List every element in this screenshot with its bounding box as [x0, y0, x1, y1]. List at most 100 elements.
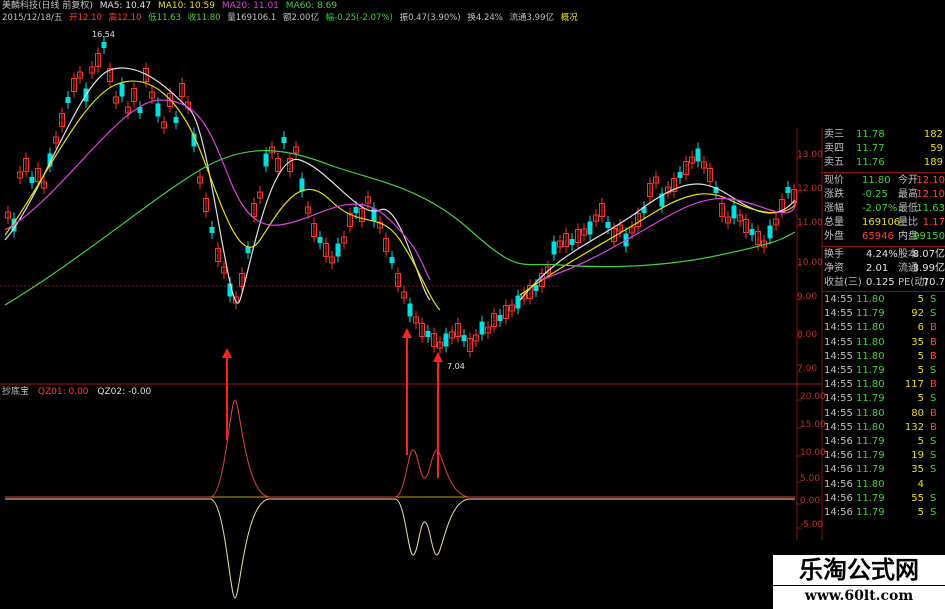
tick-price: 11.80	[856, 336, 885, 348]
quote-row: 换手 4.24% 股本 8.07亿	[822, 248, 945, 262]
quote-label: 量比	[898, 217, 918, 229]
tick-volume: 80	[911, 407, 924, 419]
candle-body	[299, 178, 305, 192]
panel-divider	[822, 291, 945, 293]
fund-value: 0.125	[866, 276, 895, 288]
tick-volume: 5	[917, 435, 924, 447]
candle-body	[407, 303, 413, 317]
candle-body	[785, 187, 791, 193]
candle-body	[317, 237, 323, 243]
tick-volume: 55	[911, 492, 924, 504]
watermark-title: 乐淘公式网	[773, 555, 945, 585]
tick-volume: 5	[917, 365, 924, 376]
quote-value: -0.25	[862, 188, 888, 200]
quote-row: 卖四 11.77 59	[822, 142, 945, 156]
tick-direction: S	[930, 464, 937, 476]
quote-row: 净资 2.01 流通 3.99亿	[822, 262, 945, 276]
tick-price: 11.80	[856, 294, 885, 306]
watermark-url[interactable]: www.60lt.com	[773, 586, 945, 609]
quote-value: 12.10	[916, 174, 945, 186]
quote-row: 现价 11.80 今开 12.10	[822, 174, 945, 188]
tick-price: 11.79	[856, 308, 885, 320]
tick-price: 11.80	[856, 350, 885, 362]
quote-value: 11.80	[862, 174, 891, 186]
fund-label: 净资	[824, 262, 844, 274]
tick-price: 11.79	[856, 492, 885, 504]
tick-direction: S	[930, 492, 937, 504]
tick-time: 14:56	[824, 435, 853, 447]
quote-row: 卖五 11.76 189	[822, 156, 945, 170]
tick-direction: S	[930, 294, 937, 306]
tick-time: 14:55	[824, 308, 853, 320]
tick-volume: 5	[917, 506, 924, 518]
quote-label: 现价	[824, 174, 844, 186]
price-tick: 9.00	[797, 292, 818, 302]
quote-row: 14:55 11.80 80 B	[822, 407, 945, 421]
tick-volume: 4	[917, 478, 924, 490]
quote-label: 涨幅	[824, 202, 844, 214]
tick-time: 14:55	[824, 365, 853, 376]
price-tick: 11.00	[797, 218, 823, 228]
candle-body	[371, 208, 377, 222]
indicator-tick: -5.00	[800, 520, 824, 530]
indicator-name[interactable]: 抄底宝	[2, 387, 29, 397]
low-price-marker: 7.04	[447, 362, 465, 371]
tick-volume: 35	[911, 336, 924, 348]
candle-body	[587, 221, 593, 235]
tick-direction: S	[930, 506, 937, 518]
quote-label: 涨跌	[824, 188, 844, 200]
tick-direction: S	[930, 365, 937, 376]
quote-value: 11.63	[916, 202, 945, 214]
tick-volume: 92	[911, 308, 924, 320]
candle-body	[677, 172, 683, 178]
quote-row: 涨幅 -2.07% 最低 11.63	[822, 202, 945, 216]
candle-body	[245, 247, 251, 253]
tick-price: 11.79	[856, 464, 885, 476]
quote-value: 12.10	[916, 188, 945, 200]
tick-price: 11.79	[856, 365, 885, 376]
quote-panel: 卖三 11.78 182 卖四 11.77 59 卖五 11.76 189 现价 11…	[822, 128, 945, 533]
fund-label: 换手	[824, 248, 844, 260]
tick-volume: 6	[917, 322, 924, 334]
tick-direction: S	[930, 308, 937, 320]
fund-value: 4.24%	[866, 248, 898, 260]
tick-time: 14:55	[824, 294, 853, 306]
quote-row: 14:55 11.80 5 B	[822, 350, 945, 364]
quote-value: 1.17	[922, 217, 945, 229]
tick-direction: B	[930, 336, 937, 348]
candle-body	[209, 227, 215, 233]
qz02-line	[5, 498, 795, 599]
quote-value: 169106	[862, 217, 901, 229]
price-tick: 8.00	[797, 330, 818, 340]
quote-row: 14:56 11.79 55 S	[822, 492, 945, 506]
kline-chart[interactable]	[0, 0, 945, 609]
candlestick-series	[5, 36, 797, 358]
signal-arrow-head	[402, 328, 412, 338]
tick-price: 11.80	[856, 322, 885, 334]
candle-body	[425, 331, 431, 337]
stock-terminal-screen: { "header": { "stock_title": "美麟科技(日线 前复…	[0, 0, 945, 609]
signal-arrow-head	[433, 352, 443, 362]
candle-body	[497, 315, 503, 321]
tick-time: 14:56	[824, 492, 853, 504]
tick-price: 11.80	[856, 379, 885, 391]
tick-direction: B	[930, 350, 937, 362]
candle-body	[515, 295, 521, 309]
quote-label: 外盘	[824, 231, 844, 243]
ask-price: 11.78	[856, 129, 885, 140]
quote-row: 收益(三) 0.125 PE(动) 70.7	[822, 276, 945, 290]
quote-row: 14:55 11.80 132 B	[822, 421, 945, 435]
ask-price: 11.76	[856, 157, 885, 169]
tick-time: 14:56	[824, 450, 853, 462]
quote-row: 14:55 11.80 35 B	[822, 336, 945, 350]
candle-body	[335, 243, 341, 257]
ask-volume: 189	[923, 157, 943, 169]
candle-body	[731, 205, 737, 219]
quote-value: -2.07%	[862, 202, 898, 214]
quote-row: 14:56 11.79 19 S	[822, 449, 945, 463]
tick-volume: 5	[917, 393, 924, 405]
tick-direction: S	[930, 450, 937, 462]
panel-divider	[822, 245, 945, 247]
quote-row: 14:55 11.80 6 B	[822, 321, 945, 335]
qz01-line	[5, 399, 795, 498]
